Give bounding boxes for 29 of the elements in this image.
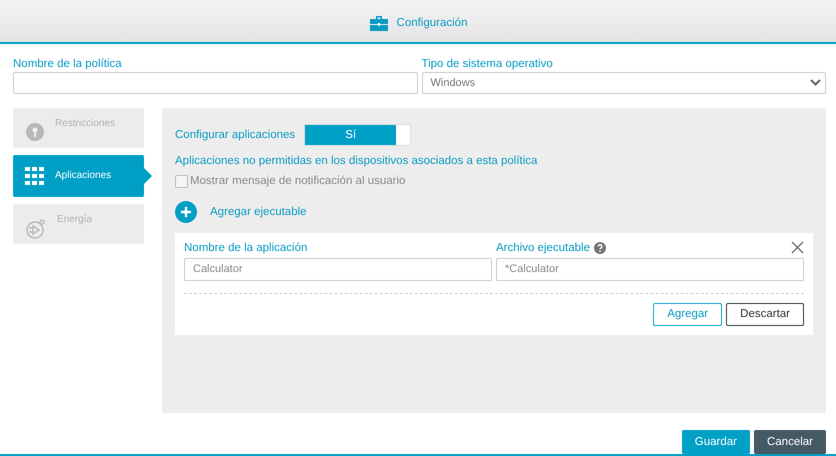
field-label: Nombre de la aplicación (184, 242, 308, 254)
field-label: Tipo de sistema operativo (422, 58, 554, 70)
form-button[interactable]: Descartar (726, 302, 804, 326)
configure-label: Configurar aplicaciones (175, 128, 296, 141)
chevron-down-icon (810, 79, 821, 86)
toggle-switch[interactable]: Sí (304, 124, 412, 146)
plug-icon (25, 218, 47, 240)
help-icon (594, 242, 606, 254)
input-field[interactable]: Calculator (184, 258, 492, 281)
sidebar-item[interactable]: Energía (13, 204, 144, 244)
footer-button[interactable]: Cancelar (754, 430, 826, 454)
input-field[interactable]: *Calculator (496, 258, 804, 281)
checkbox[interactable] (175, 174, 188, 188)
keyhole-icon (25, 122, 45, 142)
os-dropdown[interactable]: Windows (422, 72, 826, 94)
policy-name-field[interactable] (13, 72, 418, 94)
window-title: Configuración (396, 16, 468, 29)
field-label: Nombre de la política (13, 58, 123, 70)
checkbox-label: Mostrar mensaje de notificación al usuario (190, 175, 406, 188)
plus-button[interactable] (175, 200, 197, 223)
footer-button[interactable]: Guardar (682, 430, 750, 454)
add-executable-link[interactable]: Agregar ejecutable (210, 206, 307, 218)
sidebar-item[interactable]: Restricciones (13, 108, 144, 148)
form-button[interactable]: Agregar (653, 302, 722, 326)
section-heading: Aplicaciones no permitidas en los dispositivos asociados a esta política (175, 154, 538, 167)
briefcase-icon (368, 14, 389, 31)
close-icon[interactable] (791, 240, 804, 254)
grid-icon (25, 166, 45, 185)
field-label: Archivo ejecutable (496, 242, 590, 254)
